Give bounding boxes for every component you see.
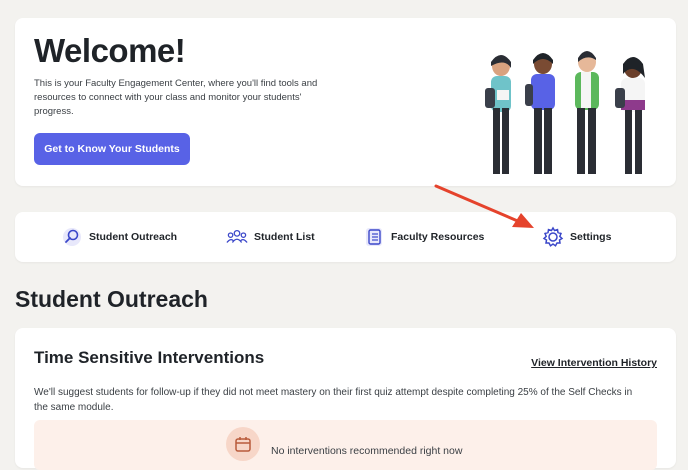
nav-student-list[interactable]: Student List (226, 224, 315, 250)
gear-icon (542, 226, 564, 248)
empty-state-panel: No interventions recommended right now (34, 420, 657, 470)
nav-student-outreach[interactable]: Student Outreach (61, 224, 177, 250)
time-sensitive-interventions-card: Time Sensitive Interventions View Interv… (15, 328, 676, 470)
people-group-icon (226, 226, 248, 248)
welcome-card: Welcome! This is your Faculty Engagement… (15, 18, 676, 186)
section-title: Student Outreach (15, 286, 208, 312)
nav-settings[interactable]: Settings (542, 224, 611, 250)
nav-label: Settings (570, 231, 612, 243)
student-figure-2 (525, 53, 555, 174)
view-intervention-history-link[interactable]: View Intervention History (531, 357, 657, 369)
magnifier-icon (61, 226, 83, 248)
welcome-description: This is your Faculty Engagement Center, … (34, 78, 318, 117)
student-figure-1 (485, 55, 511, 174)
quick-nav-bar: Student Outreach Student List Faculty Re… (15, 212, 676, 262)
get-to-know-students-button[interactable]: Get to Know Your Students (34, 133, 190, 165)
student-figure-4 (615, 57, 645, 174)
nav-label: Student List (254, 231, 315, 243)
students-illustration (485, 51, 645, 174)
card-description: We'll suggest students for follow-up if … (34, 387, 633, 413)
calendar-icon (226, 427, 260, 461)
empty-state-text: No interventions recommended right now (271, 445, 463, 457)
welcome-title: Welcome! (34, 32, 186, 69)
annotation-arrow (434, 184, 534, 228)
student-figure-3 (575, 51, 599, 174)
document-stack-icon (363, 226, 385, 248)
nav-label: Student Outreach (89, 231, 178, 243)
card-title: Time Sensitive Interventions (34, 348, 265, 367)
